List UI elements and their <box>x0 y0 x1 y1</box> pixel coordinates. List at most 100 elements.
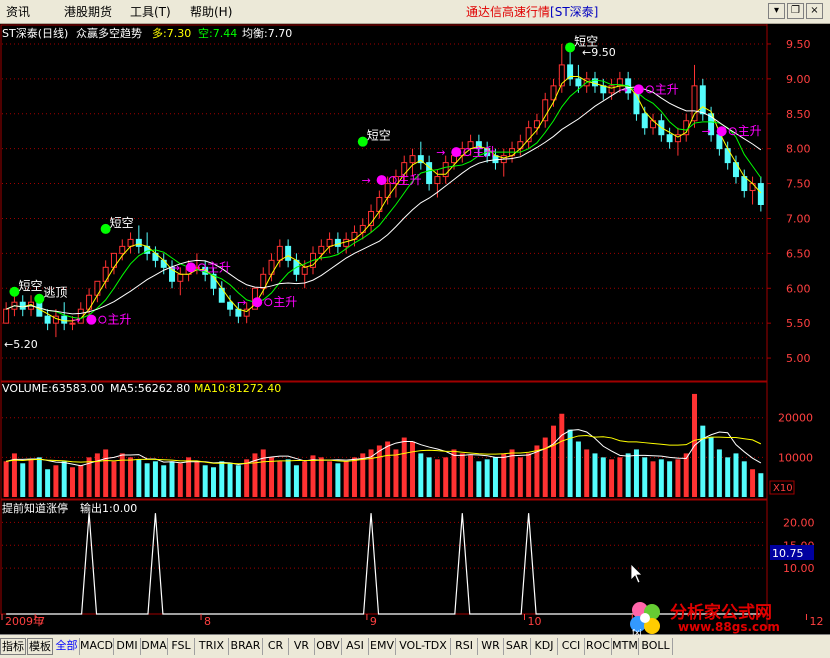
arrow-icon: → <box>171 261 180 274</box>
tab-roc[interactable]: ROC <box>585 638 612 655</box>
candle-body <box>691 85 698 122</box>
high-price-label: ←9.50 <box>582 46 616 59</box>
ring-icon <box>98 315 107 324</box>
main-rise-label: 主升 <box>655 82 679 96</box>
volume-bar <box>667 461 673 497</box>
menu-tools[interactable]: 工具(T) <box>130 3 171 20</box>
kline-chart[interactable]: 5.00 5.50 6.00 6.50 7.00 7.50 8.00 8.50 9.00 9.50… <box>0 24 830 634</box>
tab-obv[interactable]: OBV <box>315 638 342 655</box>
volume-bar <box>194 461 200 497</box>
volume-bar <box>476 461 482 497</box>
tab-sar[interactable]: SAR <box>504 638 531 655</box>
indicator-tick-label: 10.00 <box>783 562 815 575</box>
signal-dot <box>716 126 727 137</box>
candle <box>368 204 375 233</box>
tab-指标[interactable]: 指标 <box>0 638 26 655</box>
volume-bar <box>625 453 631 497</box>
tab-模板[interactable]: 模板 <box>27 638 53 655</box>
ring-icon <box>645 85 654 94</box>
tab-全部[interactable]: 全部 <box>54 638 80 655</box>
tab-dmi[interactable]: DMI <box>114 638 141 655</box>
tab-brar[interactable]: BRAR <box>229 638 263 655</box>
bear-label: 空:7.44 <box>198 26 237 40</box>
volume-bar <box>401 437 407 497</box>
panel-frame <box>0 498 768 615</box>
candle-body <box>334 238 341 247</box>
candle-body <box>434 176 441 185</box>
volume-bar <box>136 459 142 497</box>
candle <box>426 155 433 191</box>
price-tick-label: 9.00 <box>786 73 811 86</box>
candle <box>567 50 574 86</box>
tab-trix[interactable]: TRIX <box>195 638 229 655</box>
tab-vr[interactable]: VR <box>289 638 315 655</box>
volume-bar <box>269 457 275 497</box>
tab-kdj[interactable]: KDJ <box>531 638 558 655</box>
volume-bar <box>459 453 465 497</box>
arrow-icon: → <box>362 174 371 187</box>
menu-help[interactable]: 帮助(H) <box>190 3 232 20</box>
volume-bar <box>343 461 349 497</box>
window-close-button[interactable]: × <box>806 3 823 19</box>
tab-vol-tdx[interactable]: VOL-TDX <box>396 638 451 655</box>
signal-mark: → 主升 <box>619 82 679 96</box>
volume-bar <box>103 449 109 497</box>
short-sell-label: 短空 <box>367 129 391 143</box>
volume-bar <box>725 457 731 497</box>
tab-dma[interactable]: DMA <box>141 638 168 655</box>
volume-bar <box>592 453 598 497</box>
candle-body <box>749 183 756 192</box>
candle <box>699 78 706 121</box>
candle-body <box>160 259 167 268</box>
tab-asi[interactable]: ASI <box>342 638 369 655</box>
price-tick-label: 6.50 <box>786 247 811 260</box>
candle-body <box>318 245 325 254</box>
candle-body <box>276 245 283 261</box>
price-tick-label: 7.00 <box>786 212 811 225</box>
tab-cci[interactable]: CCI <box>558 638 585 655</box>
volume-bar <box>501 453 507 497</box>
volume-bar <box>28 459 34 497</box>
volume-bar <box>219 461 225 497</box>
flower-logo-icon: fxj <box>630 602 660 637</box>
indicator-lines <box>5 76 762 322</box>
window-restore-button[interactable]: ❐ <box>787 3 804 19</box>
signal-marks: 短空 逃顶→ 主升短空→ 主升→ 主升短空→ 主升→ 主升短空→ 主升→ 主升 <box>9 34 762 327</box>
volume-bar <box>683 453 689 497</box>
volume-bar <box>376 445 382 497</box>
candle-body <box>119 245 126 254</box>
tab-emv[interactable]: EMV <box>369 638 396 655</box>
volume-bar <box>468 455 474 497</box>
menu-info[interactable]: 资讯 <box>6 3 30 20</box>
app-title-stock: [ST深泰] <box>550 5 599 19</box>
tab-wr[interactable]: WR <box>478 638 504 655</box>
volume-bar <box>733 453 739 497</box>
short-sell-label: 短空 <box>18 279 42 293</box>
signal-mark: 短空 <box>9 279 42 297</box>
tab-mtm[interactable]: MTM <box>612 638 639 655</box>
volume-bar <box>293 465 299 497</box>
tab-macd[interactable]: MACD <box>80 638 114 655</box>
candle-body <box>285 245 292 261</box>
candle-body <box>409 155 416 164</box>
candle-body <box>19 301 26 310</box>
tab-fsl[interactable]: FSL <box>168 638 195 655</box>
tab-cr[interactable]: CR <box>263 638 289 655</box>
volume-bar <box>385 441 391 497</box>
volume-bar <box>418 453 424 497</box>
tab-rsi[interactable]: RSI <box>451 638 478 655</box>
volume-bar <box>235 465 241 497</box>
candle-body <box>227 301 234 310</box>
candle <box>127 232 134 254</box>
volume-label: VOLUME:63583.00 <box>2 382 104 395</box>
candle-body <box>61 315 68 324</box>
volume-bar <box>609 459 615 497</box>
candle-body <box>666 134 673 143</box>
volume-bar <box>227 463 233 497</box>
main-rise-label: 主升 <box>273 295 297 309</box>
volume-bar <box>177 463 183 497</box>
menu-hk-futures[interactable]: 港股期货 <box>64 3 112 20</box>
window-menu-button[interactable]: ▾ <box>768 3 785 19</box>
tab-boll[interactable]: BOLL <box>639 638 673 655</box>
arrow-icon: → <box>237 296 246 309</box>
